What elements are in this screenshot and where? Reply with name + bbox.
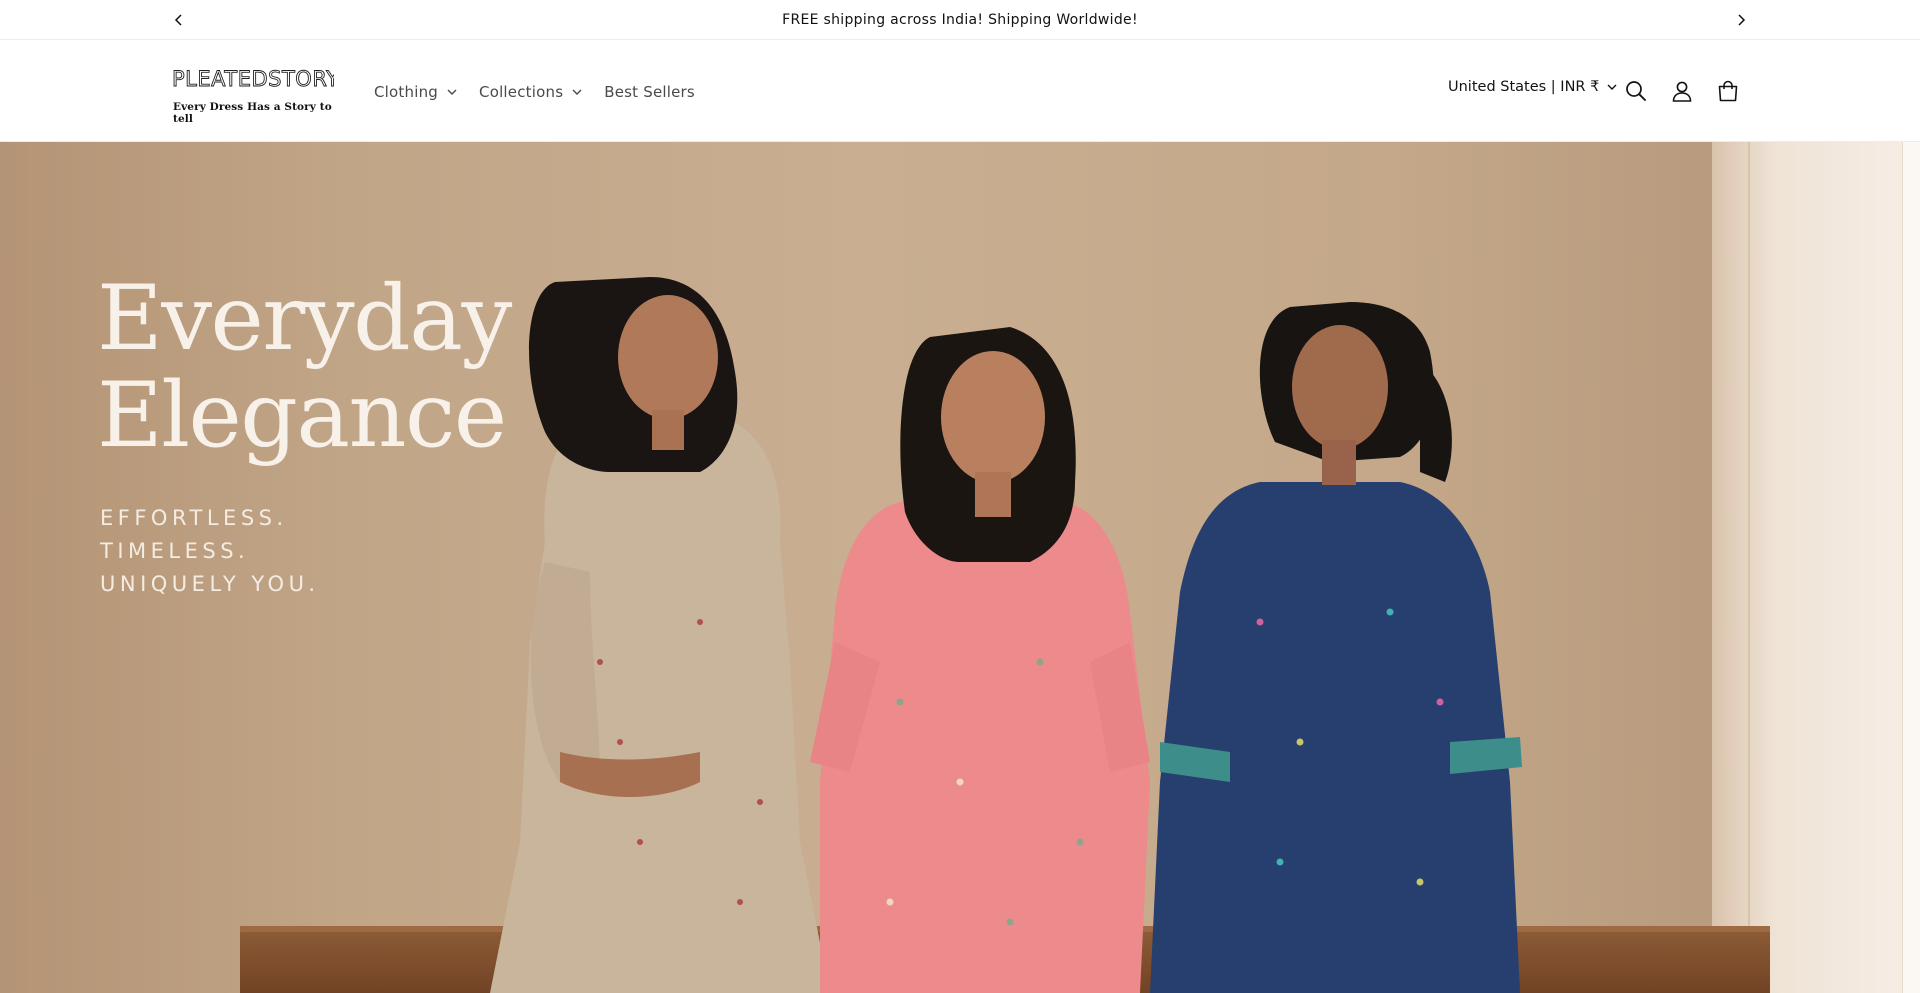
logo-wordmark: PLEATEDSTORY bbox=[172, 67, 340, 92]
hero-title-line-2: Elegance bbox=[97, 363, 507, 468]
site-header: PLEATEDSTORY Every Dress Has a Story to … bbox=[0, 41, 1920, 142]
svg-text:PLEATEDSTORY: PLEATEDSTORY bbox=[172, 67, 334, 91]
hero-subtitle-line-3: UNIQUELY YOU. bbox=[100, 572, 320, 596]
announcement-bar: FREE shipping across India! Shipping Wor… bbox=[0, 0, 1920, 40]
hero-title-line-1: Everyday bbox=[97, 266, 512, 371]
nav-best-sellers-label: Best Sellers bbox=[604, 82, 695, 101]
announcement-text: FREE shipping across India! Shipping Wor… bbox=[782, 11, 1138, 28]
account-button[interactable] bbox=[1665, 74, 1699, 108]
search-icon bbox=[1626, 81, 1646, 101]
hero-subtitle-line-1: EFFORTLESS. bbox=[100, 506, 288, 530]
announcement-prev-button[interactable] bbox=[165, 6, 193, 34]
nav-clothing[interactable]: Clothing bbox=[374, 83, 457, 101]
hero-title: Everyday Elegance bbox=[97, 270, 537, 464]
account-icon bbox=[1672, 81, 1692, 102]
model-navy-dress bbox=[1150, 302, 1522, 993]
cart-button[interactable] bbox=[1711, 74, 1745, 108]
announcement-next-button[interactable] bbox=[1727, 6, 1755, 34]
logo-tagline: Every Dress Has a Story to tell bbox=[173, 101, 332, 125]
cart-icon bbox=[1718, 80, 1738, 102]
nav-collections-label: Collections bbox=[479, 82, 564, 101]
hero-subtitle: EFFORTLESS. TIMELESS. UNIQUELY YOU. bbox=[100, 502, 420, 601]
chevron-down-icon bbox=[1607, 84, 1617, 90]
nav-collections[interactable]: Collections bbox=[479, 83, 582, 101]
chevron-right-icon bbox=[1738, 14, 1746, 26]
nav-best-sellers[interactable]: Best Sellers bbox=[604, 83, 695, 101]
chevron-down-icon bbox=[572, 89, 582, 95]
hero-banner: Everyday Elegance EFFORTLESS. TIMELESS. … bbox=[0, 142, 1920, 993]
country-currency-selector[interactable]: United States | INR ₹ bbox=[1448, 79, 1617, 95]
chevron-down-icon bbox=[447, 89, 457, 95]
main-nav: Clothing Collections Best Sellers bbox=[374, 41, 717, 142]
model-pink-dress bbox=[810, 327, 1150, 993]
search-button[interactable] bbox=[1619, 74, 1653, 108]
chevron-left-icon bbox=[174, 14, 182, 26]
hero-subtitle-line-2: TIMELESS. bbox=[100, 539, 250, 563]
logo-link[interactable]: PLEATEDSTORY Every Dress Has a Story to … bbox=[172, 64, 340, 125]
country-currency-label: United States | INR ₹ bbox=[1448, 79, 1600, 95]
nav-clothing-label: Clothing bbox=[374, 82, 439, 101]
model-beige-dress bbox=[490, 277, 830, 993]
